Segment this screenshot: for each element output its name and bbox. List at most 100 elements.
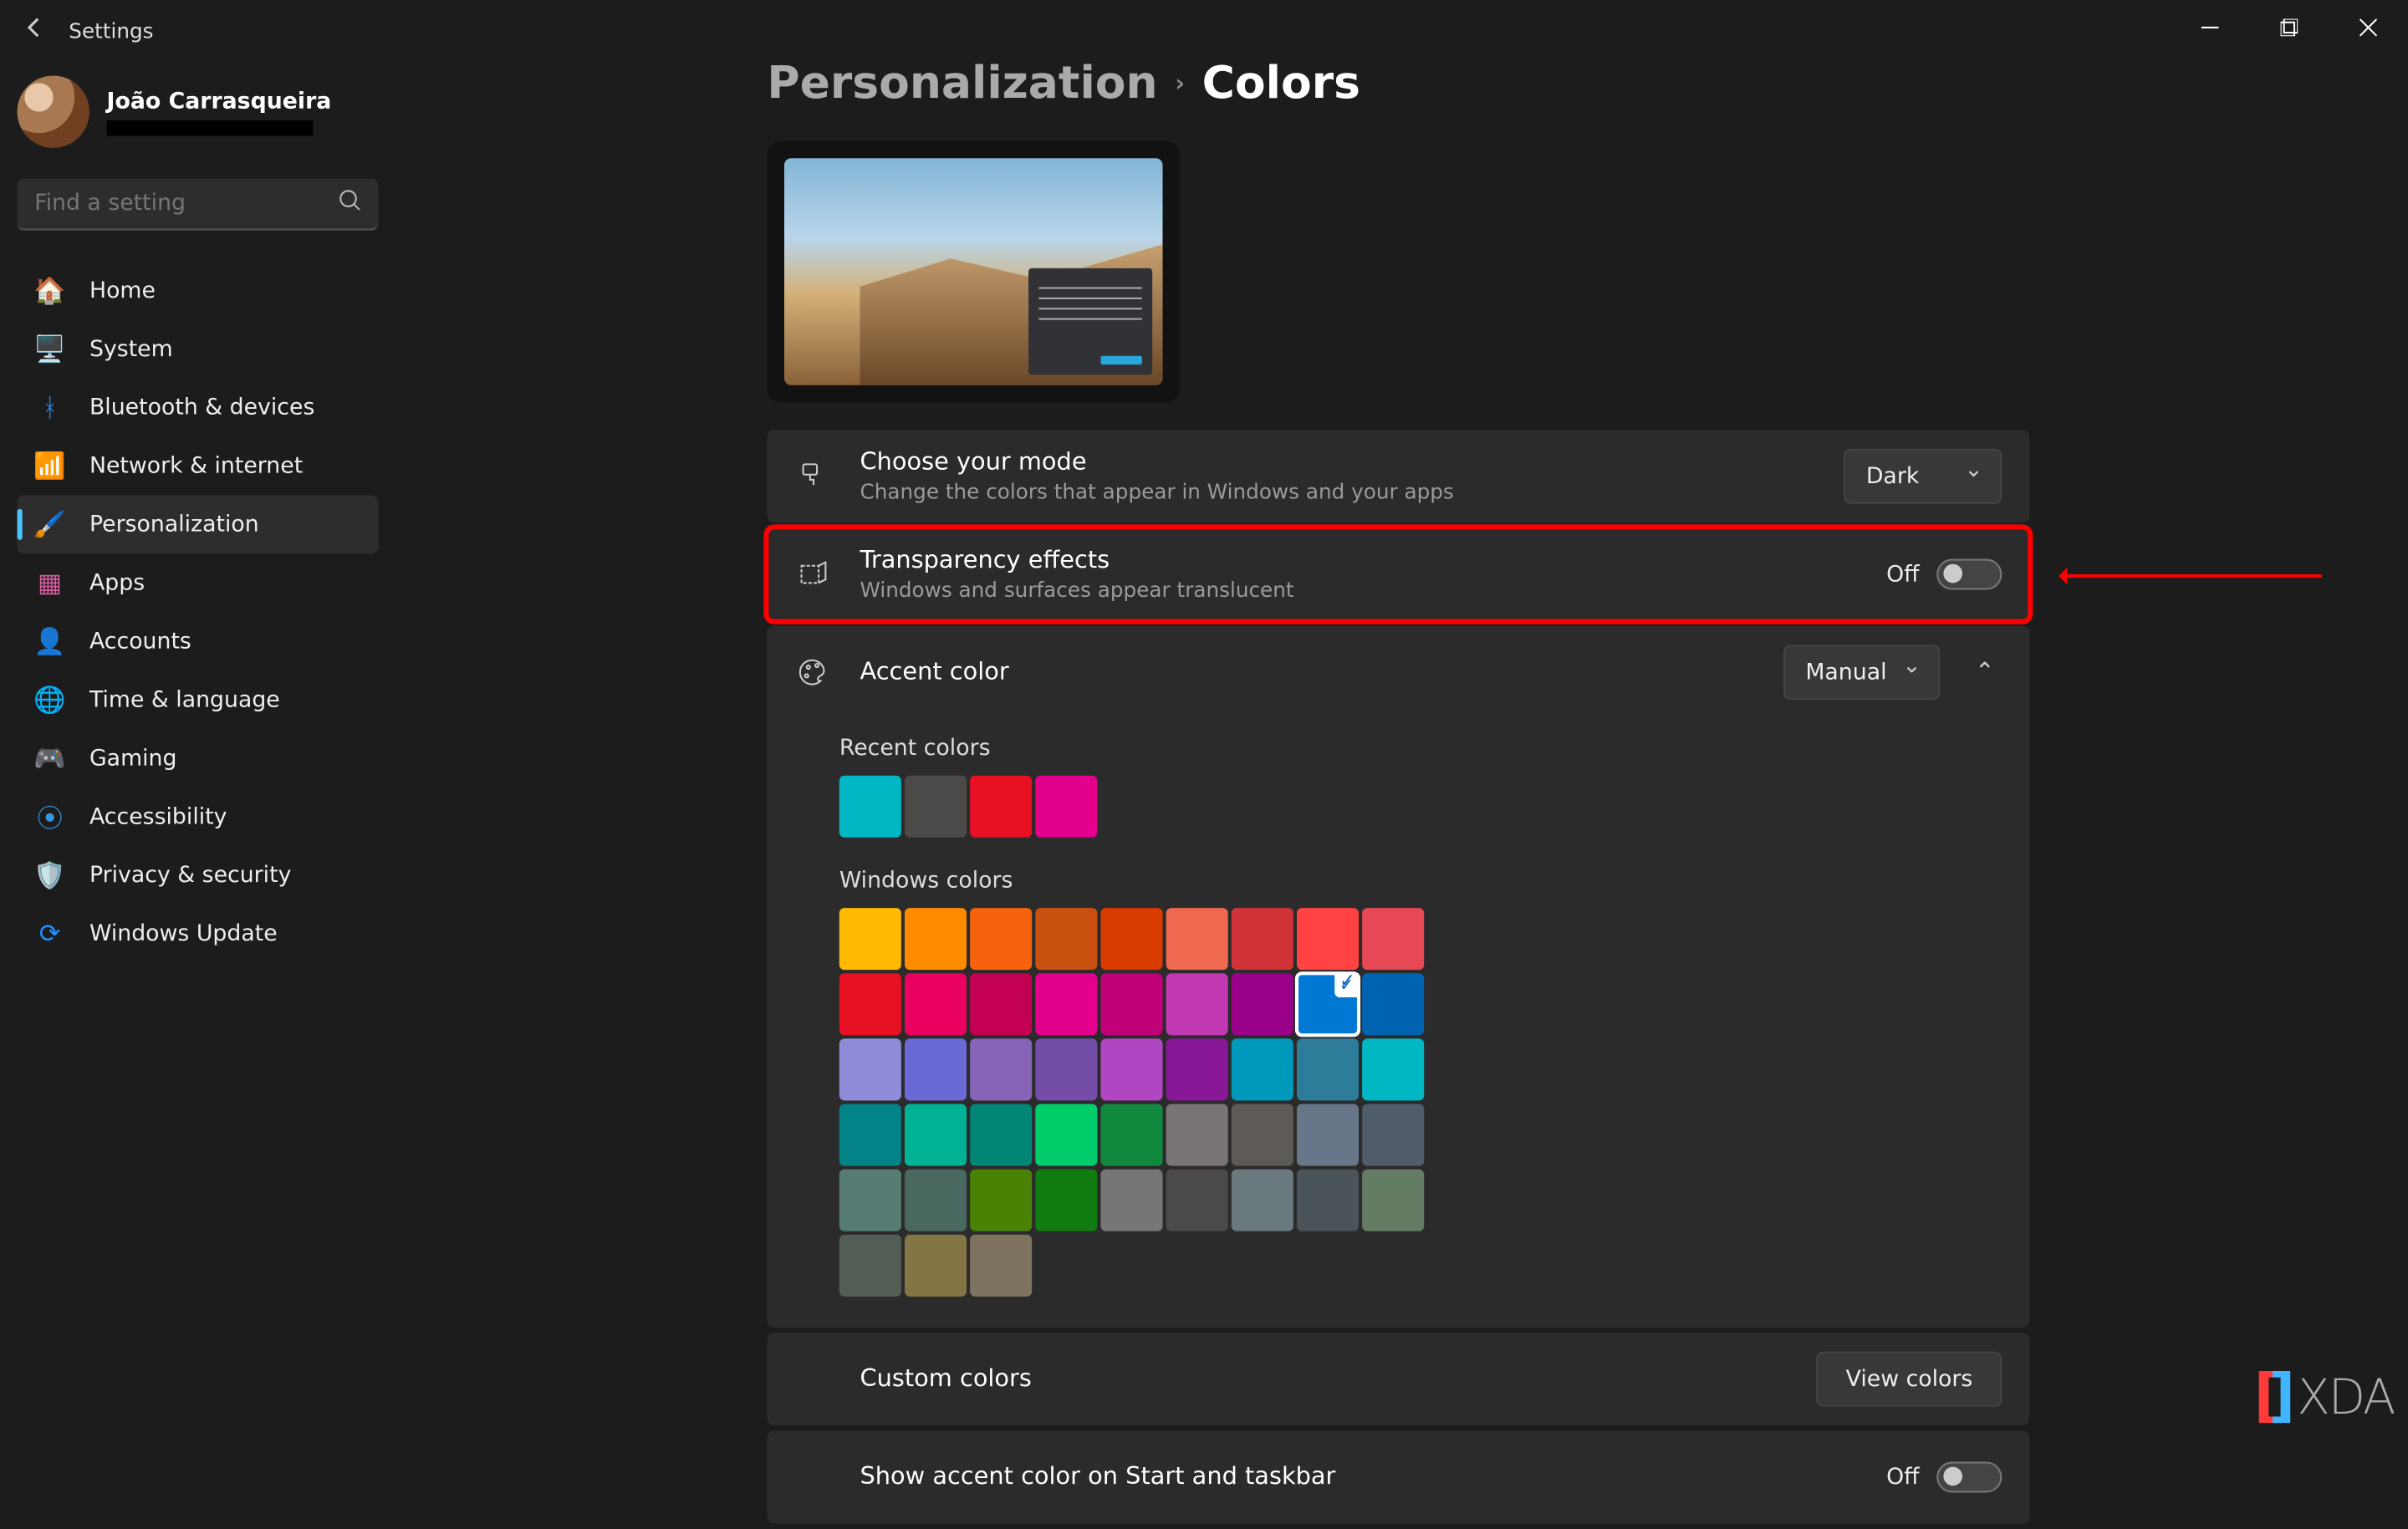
color-swatch[interactable]: [970, 1235, 1032, 1297]
setting-title: Custom colors: [860, 1365, 1789, 1393]
sidebar-item-gaming[interactable]: 🎮 Gaming: [18, 729, 379, 787]
sidebar-item-system[interactable]: 🖥️System: [18, 320, 379, 379]
sidebar-item-windows-update[interactable]: ⟳Windows Update: [18, 905, 379, 963]
setting-accent-color[interactable]: Accent color Manual ⌃: [767, 626, 2029, 719]
setting-desc: Change the colors that appear in Windows…: [860, 480, 1817, 504]
setting-custom-colors: Custom colors View colors: [767, 1333, 2029, 1425]
view-colors-button[interactable]: View colors: [1817, 1352, 2002, 1407]
start-taskbar-toggle[interactable]: [1936, 1461, 2002, 1492]
annotation-arrow: [2064, 574, 2322, 578]
sidebar-item-apps[interactable]: ▦Apps: [18, 553, 379, 612]
sidebar-item-accounts[interactable]: 👤Accounts: [18, 612, 379, 670]
maximize-button[interactable]: [2250, 0, 2329, 55]
color-swatch[interactable]: [1166, 1170, 1228, 1231]
nav-icon: 🎮: [34, 743, 65, 774]
color-swatch[interactable]: [1362, 1038, 1424, 1100]
color-swatch[interactable]: [1232, 1038, 1293, 1100]
setting-title: Accent color: [860, 659, 1756, 686]
color-swatch[interactable]: [1166, 1104, 1228, 1166]
color-swatch[interactable]: [1166, 1038, 1228, 1100]
color-swatch[interactable]: [970, 776, 1032, 838]
color-swatch[interactable]: [970, 1104, 1032, 1166]
minimize-button[interactable]: [2171, 0, 2250, 55]
color-swatch[interactable]: [1232, 973, 1293, 1035]
nav-label: Gaming: [89, 746, 177, 772]
color-swatch[interactable]: [1232, 908, 1293, 970]
color-swatch[interactable]: [1362, 908, 1424, 970]
color-swatch[interactable]: [970, 973, 1032, 1035]
color-swatch[interactable]: [1297, 1170, 1359, 1231]
color-swatch[interactable]: [1232, 1170, 1293, 1231]
setting-transparency[interactable]: Transparency effects Windows and surface…: [767, 528, 2029, 620]
color-swatch[interactable]: [1035, 776, 1097, 838]
color-swatch[interactable]: [905, 908, 967, 970]
color-swatch[interactable]: [1100, 1104, 1162, 1166]
color-swatch[interactable]: [1035, 1170, 1097, 1231]
breadcrumb-parent[interactable]: Personalization: [767, 59, 1157, 110]
color-swatch[interactable]: [839, 776, 901, 838]
color-swatch[interactable]: [970, 908, 1032, 970]
color-swatch[interactable]: [1297, 908, 1359, 970]
color-swatch[interactable]: [1362, 1170, 1424, 1231]
sidebar: João Carrasqueira 🏠Home🖥️SystemᚼBluetoot…: [18, 69, 379, 963]
color-swatch[interactable]: [1100, 973, 1162, 1035]
sidebar-item-privacy-security[interactable]: 🛡️Privacy & security: [18, 846, 379, 905]
color-swatch[interactable]: [970, 1170, 1032, 1231]
sidebar-item-accessibility[interactable]: ⦿Accessibility: [18, 787, 379, 846]
color-swatch[interactable]: [839, 1038, 901, 1100]
title-bar: Settings: [0, 0, 2408, 62]
color-swatch[interactable]: [1100, 1170, 1162, 1231]
color-swatch[interactable]: [1035, 908, 1097, 970]
search-input[interactable]: [34, 191, 339, 217]
main-content: Personalization › Colors Choose your mod…: [767, 59, 2029, 1529]
mode-dropdown[interactable]: Dark: [1844, 449, 2002, 504]
color-swatch[interactable]: [1100, 908, 1162, 970]
color-swatch[interactable]: [1232, 1104, 1293, 1166]
color-swatch[interactable]: ✓: [1297, 973, 1359, 1035]
sidebar-item-network-internet[interactable]: 📶Network & internet: [18, 436, 379, 495]
color-swatch[interactable]: [970, 1038, 1032, 1100]
color-swatch[interactable]: [905, 1170, 967, 1231]
nav-label: Time & language: [89, 687, 280, 713]
color-swatch[interactable]: [1362, 973, 1424, 1035]
sidebar-item-time-language[interactable]: 🌐Time & language: [18, 670, 379, 729]
brush-icon: [794, 461, 832, 492]
user-profile[interactable]: João Carrasqueira: [18, 69, 379, 171]
transparency-toggle[interactable]: [1936, 559, 2002, 590]
color-swatch[interactable]: [839, 908, 901, 970]
nav-icon: ᚼ: [34, 392, 65, 423]
color-swatch[interactable]: [839, 973, 901, 1035]
sidebar-item-bluetooth-devices[interactable]: ᚼBluetooth & devices: [18, 379, 379, 437]
sidebar-item-personalization[interactable]: 🖌️Personalization: [18, 495, 379, 553]
color-swatch[interactable]: [1166, 973, 1228, 1035]
search-box[interactable]: [18, 179, 379, 231]
color-swatch[interactable]: [839, 1104, 901, 1166]
recent-colors-label: Recent colors: [767, 719, 2029, 776]
close-button[interactable]: [2329, 0, 2408, 55]
setting-accent-start-taskbar[interactable]: Show accent color on Start and taskbar O…: [767, 1430, 2029, 1523]
color-swatch[interactable]: [1362, 1104, 1424, 1166]
user-name: João Carrasqueira: [107, 89, 332, 115]
color-swatch[interactable]: [905, 1038, 967, 1100]
color-swatch[interactable]: [1035, 1104, 1097, 1166]
color-swatch[interactable]: [905, 776, 967, 838]
color-swatch[interactable]: [905, 1104, 967, 1166]
color-swatch[interactable]: [839, 1170, 901, 1231]
color-swatch[interactable]: [1297, 1104, 1359, 1166]
sidebar-item-home[interactable]: 🏠Home: [18, 262, 379, 320]
nav-label: Privacy & security: [89, 863, 291, 889]
setting-choose-mode[interactable]: Choose your mode Change the colors that …: [767, 430, 2029, 522]
color-swatch[interactable]: [1297, 1038, 1359, 1100]
nav-icon: ⟳: [34, 918, 65, 949]
color-swatch[interactable]: [839, 1235, 901, 1297]
color-swatch[interactable]: [905, 973, 967, 1035]
color-swatch[interactable]: [1100, 1038, 1162, 1100]
color-swatch[interactable]: [1035, 973, 1097, 1035]
chevron-up-icon[interactable]: ⌃: [1967, 659, 2002, 686]
color-swatch[interactable]: [905, 1235, 967, 1297]
setting-title: Transparency effects: [860, 547, 1860, 574]
color-swatch[interactable]: [1166, 908, 1228, 970]
color-swatch[interactable]: [1035, 1038, 1097, 1100]
accent-mode-dropdown[interactable]: Manual: [1783, 645, 1941, 700]
back-button[interactable]: [18, 16, 52, 47]
